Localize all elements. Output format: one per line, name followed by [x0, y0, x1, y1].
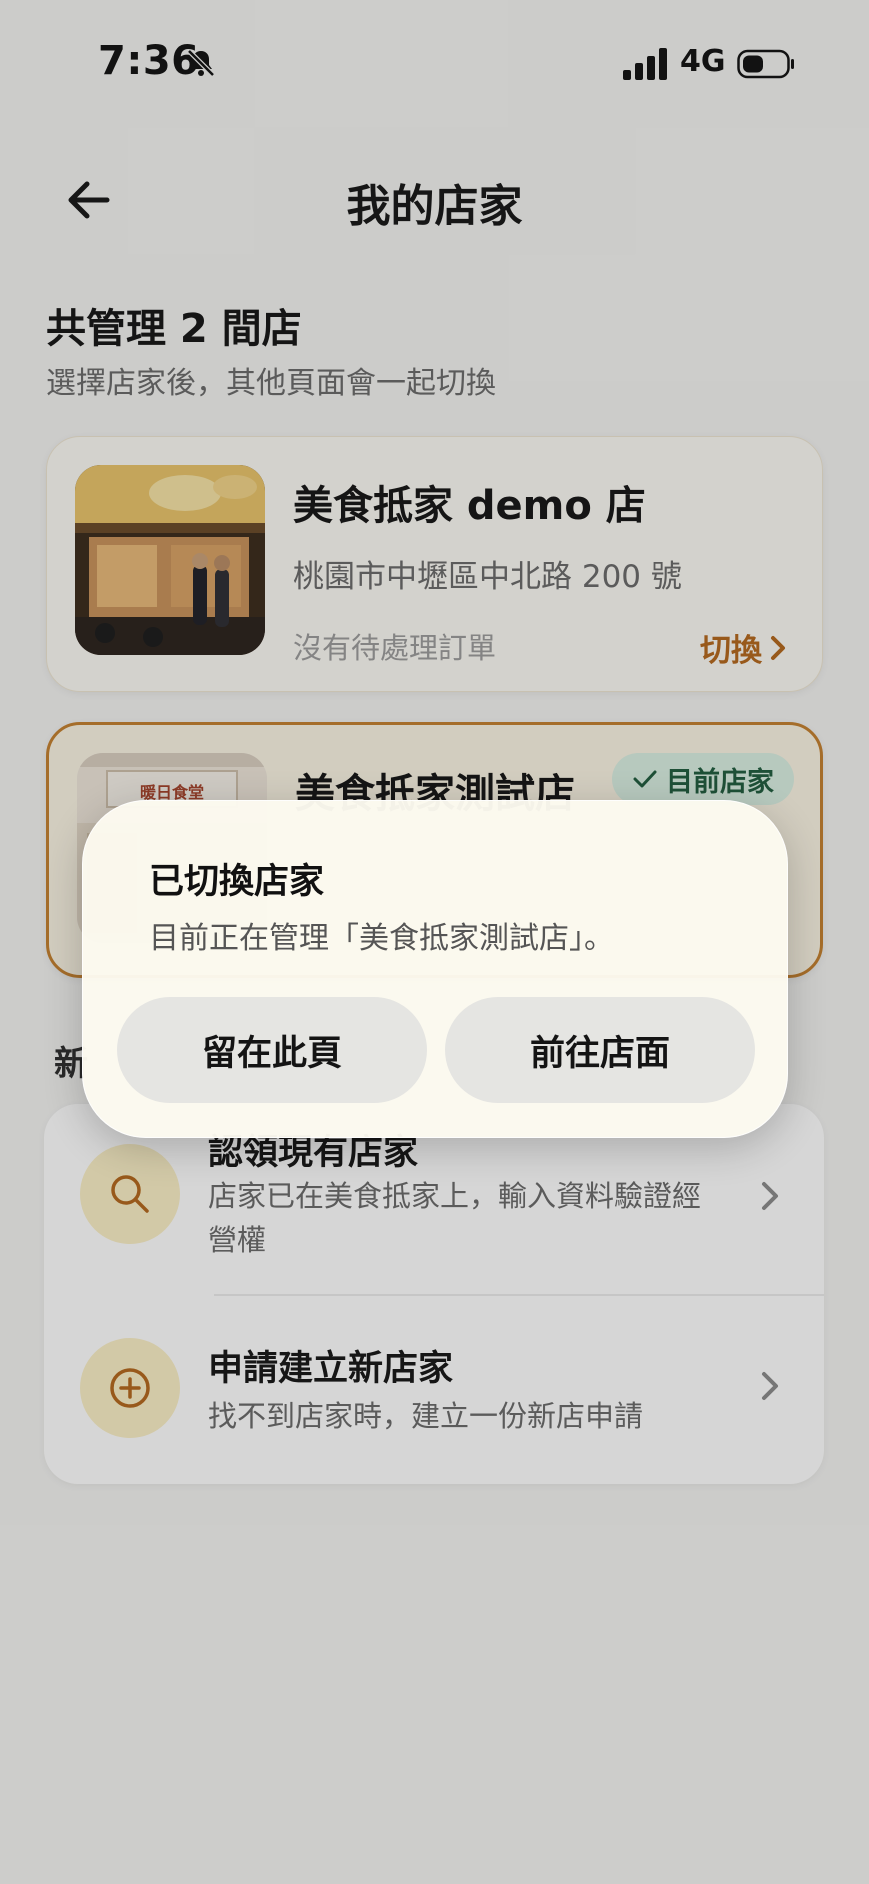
- go-to-store-button[interactable]: 前往店面: [445, 997, 755, 1103]
- stay-button[interactable]: 留在此頁: [117, 997, 427, 1103]
- dialog-message: 目前正在管理「美食抵家測試店」。: [149, 921, 614, 956]
- store-switched-dialog: 已切換店家 目前正在管理「美食抵家測試店」。 留在此頁 前往店面: [82, 800, 788, 1138]
- dialog-title: 已切換店家: [149, 862, 325, 902]
- app-screen: 7:36 4G 我的店家 共管理 2 間店 選擇店家後，其他頁面會一起切換 美食…: [0, 0, 869, 1884]
